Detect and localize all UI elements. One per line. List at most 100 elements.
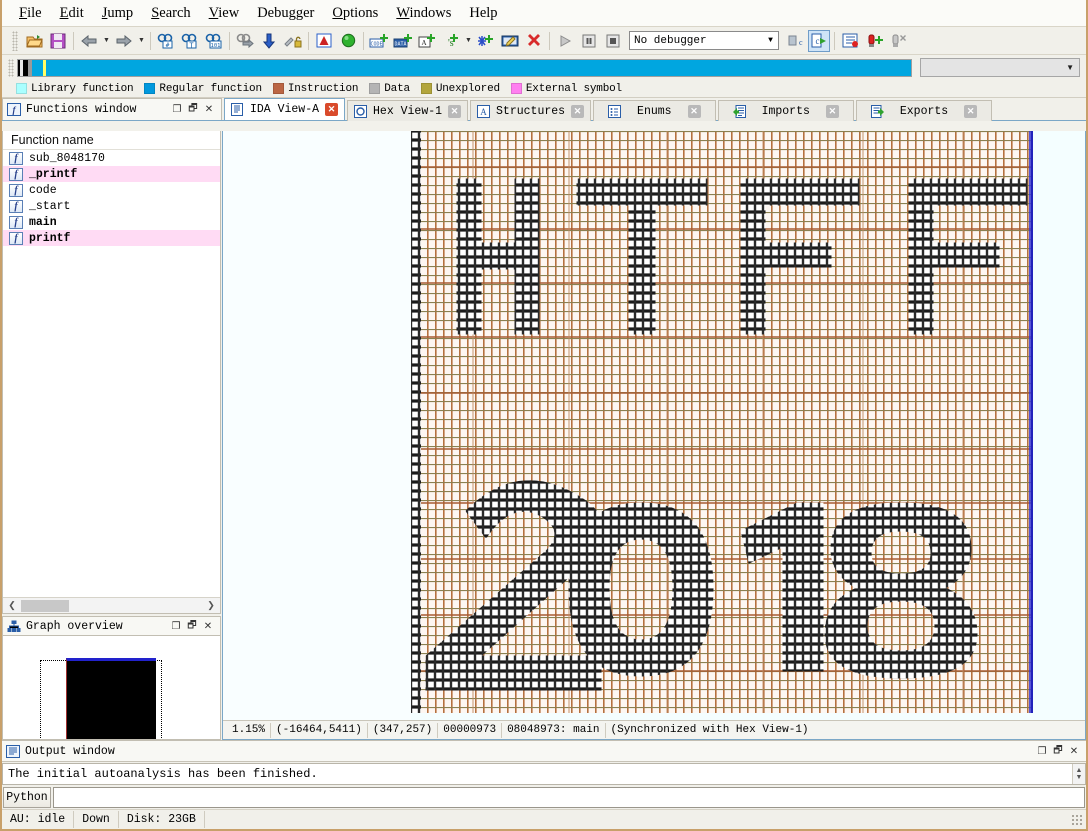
navigate-forward-button[interactable]: [113, 30, 135, 52]
make-ascii-icon[interactable]: A: [416, 30, 438, 52]
menu-search[interactable]: Search: [142, 3, 199, 24]
list-item[interactable]: f code: [3, 182, 220, 198]
maximize-icon[interactable]: ❐: [1034, 743, 1050, 759]
scroll-up-icon[interactable]: ▲: [1076, 767, 1083, 774]
menu-debugger[interactable]: Debugger: [248, 3, 323, 24]
command-row: Python: [2, 785, 1086, 809]
green-run-icon[interactable]: [337, 30, 359, 52]
make-string-icon[interactable]: 's': [440, 30, 462, 52]
edit-function-icon[interactable]: [499, 30, 521, 52]
command-language-button[interactable]: Python: [3, 786, 51, 808]
status-zoom: 1.15%: [227, 722, 272, 738]
graph-rendering: [411, 131, 1085, 713]
menu-view[interactable]: View: [200, 3, 249, 24]
make-string-dropdown[interactable]: ▼: [463, 30, 474, 52]
list-item[interactable]: f sub_8048170: [3, 150, 220, 166]
menu-windows[interactable]: Windows: [387, 3, 460, 24]
restore-icon[interactable]: 🗗: [1050, 743, 1066, 759]
tab-ida-view-a[interactable]: IDA View-A ✕: [224, 98, 346, 120]
tab-enums[interactable]: Enums ✕: [593, 100, 716, 121]
breakpoint-list-icon[interactable]: [839, 30, 861, 52]
restore-icon[interactable]: 🗗: [185, 102, 201, 118]
warning-icon[interactable]: [313, 30, 335, 52]
tab-close-icon[interactable]: ✕: [964, 104, 978, 118]
debugger-run-button[interactable]: [554, 30, 576, 52]
search-immediate-icon[interactable]: 101: [203, 30, 225, 52]
jump-to-address-icon[interactable]: [234, 30, 256, 52]
delete-breakpoint-icon[interactable]: [887, 30, 909, 52]
maximize-icon[interactable]: ❐: [169, 102, 185, 118]
tab-close-icon[interactable]: ✕: [825, 104, 839, 118]
save-button[interactable]: [47, 30, 69, 52]
functions-horizontal-scrollbar[interactable]: ❮ ❯: [3, 597, 220, 613]
list-item[interactable]: f _printf: [3, 166, 220, 182]
jump-down-icon[interactable]: [258, 30, 280, 52]
close-icon[interactable]: ✕: [201, 102, 217, 118]
legend-item-library-function: Library function: [16, 83, 134, 95]
command-input[interactable]: [53, 786, 1085, 808]
resize-grip[interactable]: [1071, 813, 1083, 826]
delete-icon[interactable]: [523, 30, 545, 52]
tab-imports[interactable]: Imports ✕: [717, 100, 854, 121]
scroll-left-icon[interactable]: ❮: [5, 600, 19, 611]
output-window-titlebar: Output window ❐ 🗗 ✕: [2, 741, 1086, 762]
tab-hex-view-1[interactable]: Hex View-1 ✕: [347, 100, 469, 121]
menu-edit[interactable]: Edit: [51, 3, 93, 24]
decompile-icon[interactable]: c: [784, 30, 806, 52]
open-file-button[interactable]: [23, 30, 45, 52]
close-icon[interactable]: ✕: [200, 618, 216, 634]
column-header-function-name: Function name: [11, 133, 94, 147]
make-struct-icon[interactable]: [475, 30, 497, 52]
tab-close-icon[interactable]: ✕: [571, 104, 585, 118]
list-item[interactable]: f _start: [3, 198, 220, 214]
menu-options[interactable]: Options: [323, 3, 387, 24]
output-log[interactable]: The initial autoanalysis has been finish…: [2, 763, 1086, 785]
navband-combo[interactable]: ▼: [920, 58, 1080, 77]
tab-label: IDA View-A: [250, 103, 320, 116]
graph-canvas[interactable]: [223, 131, 1085, 720]
navband-grip[interactable]: [8, 58, 14, 77]
svg-text:A: A: [421, 39, 426, 47]
functions-column-header[interactable]: Function name: [3, 131, 220, 150]
functions-list[interactable]: f sub_8048170 f _printf f code f _start: [3, 150, 220, 597]
toolbar-grip[interactable]: [12, 30, 18, 51]
tab-exports[interactable]: Exports ✕: [855, 100, 993, 121]
navigation-band[interactable]: [17, 58, 912, 77]
tab-close-icon[interactable]: ✕: [325, 103, 339, 116]
back-history-dropdown[interactable]: ▼: [101, 30, 112, 52]
scroll-right-icon[interactable]: ❯: [204, 600, 218, 611]
search-hex-icon[interactable]: #: [155, 30, 177, 52]
debugger-pause-button[interactable]: [578, 30, 600, 52]
scroll-down-icon[interactable]: ▼: [1076, 774, 1083, 781]
debugger-select[interactable]: No debugger ▼: [629, 31, 779, 50]
menu-help[interactable]: Help: [460, 3, 506, 24]
close-icon[interactable]: ✕: [1066, 743, 1082, 759]
restore-icon[interactable]: 🗗: [184, 618, 200, 634]
navigate-back-button[interactable]: [78, 30, 100, 52]
add-breakpoint-icon[interactable]: [863, 30, 885, 52]
ida-main-window: FFileile Edit Jump Search View Debugger …: [0, 0, 1088, 831]
scrollbar-thumb[interactable]: [21, 599, 69, 612]
legend-swatch: [510, 83, 522, 94]
make-code-icon[interactable]: CODE: [368, 30, 390, 52]
list-item[interactable]: f main: [3, 214, 220, 230]
forward-history-dropdown[interactable]: ▼: [136, 30, 147, 52]
decompile-function-icon[interactable]: c: [808, 29, 830, 52]
list-item[interactable]: f printf: [3, 230, 220, 246]
graph-status-bar: 1.15% (-16464,5411) (347,257) 00000973 0…: [223, 720, 1085, 739]
output-vertical-scrollbar[interactable]: ▲ ▼: [1072, 764, 1085, 784]
search-text-icon[interactable]: T: [179, 30, 201, 52]
graph-overview-window: Graph overview ❐ 🗗 ✕: [2, 616, 221, 740]
menu-file[interactable]: FFileile: [10, 3, 51, 24]
debugger-stop-button[interactable]: [602, 30, 624, 52]
tab-close-icon[interactable]: ✕: [448, 104, 462, 118]
make-data-icon[interactable]: DATA: [392, 30, 414, 52]
maximize-icon[interactable]: ❐: [168, 618, 184, 634]
scrollbar-track[interactable]: [19, 599, 204, 612]
graph-overview-canvas[interactable]: [2, 636, 221, 740]
function-icon: f: [9, 151, 23, 165]
tab-structures[interactable]: A Structures ✕: [470, 100, 592, 121]
tab-close-icon[interactable]: ✕: [687, 104, 701, 118]
menu-jump[interactable]: Jump: [93, 3, 142, 24]
unlock-icon[interactable]: [282, 30, 304, 52]
